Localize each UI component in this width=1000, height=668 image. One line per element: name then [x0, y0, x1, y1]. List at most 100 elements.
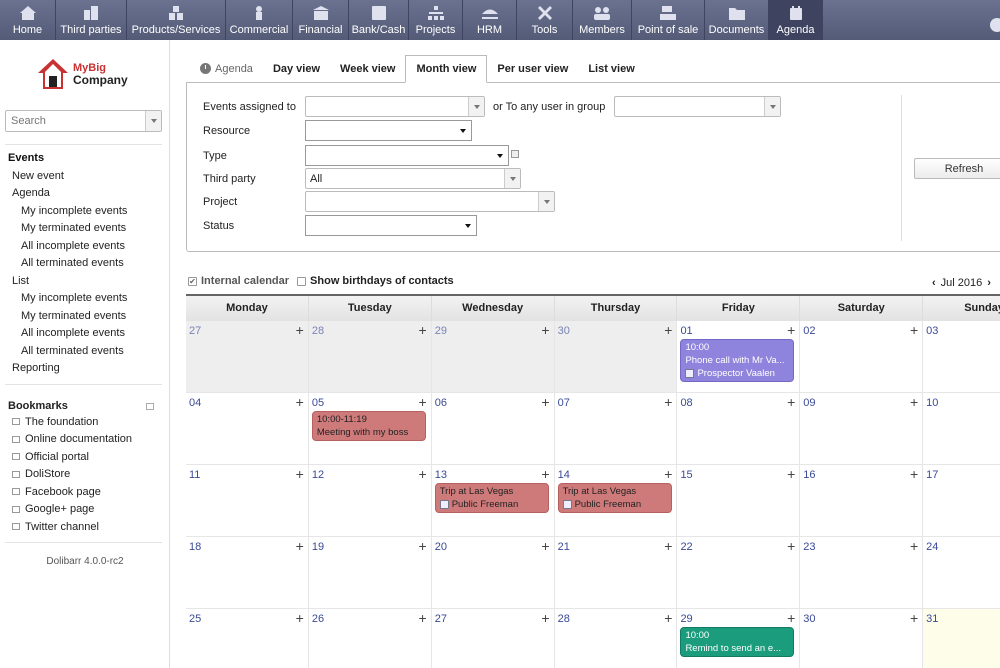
event-contact[interactable]: Public Freeman: [452, 498, 519, 511]
birthdays-toggle[interactable]: Show birthdays of contacts: [297, 275, 454, 287]
sidebar-item[interactable]: My incomplete events: [8, 290, 127, 308]
bookmark-item[interactable]: Official portal: [8, 448, 158, 466]
add-event-icon[interactable]: +: [419, 394, 427, 410]
calendar-day-cell[interactable]: 10: [923, 393, 1000, 465]
day-number[interactable]: 23: [803, 541, 815, 553]
calendar-event[interactable]: 10:00 Remind to send an e...: [680, 627, 795, 657]
bookmark-item[interactable]: DoliStore: [8, 466, 158, 484]
topmenu-financial[interactable]: Financial: [293, 0, 349, 40]
topmenu-products-services[interactable]: Products/Services: [127, 0, 226, 40]
day-number[interactable]: 30: [803, 613, 815, 625]
search-box[interactable]: [5, 110, 162, 132]
calendar-day-cell[interactable]: 28 +: [554, 609, 678, 668]
bookmark-item[interactable]: The foundation: [8, 413, 158, 431]
calendar-event[interactable]: 10:00-11:19 Meeting with my boss: [311, 411, 426, 441]
day-number[interactable]: 08: [680, 397, 692, 409]
calendar-day-cell[interactable]: 13 + Trip at Las Vegas Public Freeman: [431, 465, 555, 537]
add-event-icon[interactable]: +: [296, 394, 304, 410]
day-number[interactable]: 11: [189, 469, 200, 481]
bookmarks-title[interactable]: Bookmarks: [8, 400, 68, 412]
topmenu-commercial[interactable]: Commercial: [226, 0, 293, 40]
calendar-day-cell[interactable]: 12 +: [308, 465, 432, 537]
day-number[interactable]: 16: [803, 469, 815, 481]
calendar-day-cell[interactable]: 20 +: [431, 537, 555, 609]
day-number[interactable]: 12: [312, 469, 324, 481]
bookmark-item[interactable]: Online documentation: [8, 431, 158, 449]
add-event-icon[interactable]: +: [419, 538, 427, 554]
day-number[interactable]: 21: [558, 541, 570, 553]
calendar-day-cell[interactable]: 27 +: [431, 609, 555, 668]
day-number[interactable]: 14: [558, 469, 570, 481]
add-event-icon[interactable]: +: [664, 394, 672, 410]
add-event-icon[interactable]: +: [664, 466, 672, 482]
event-contact[interactable]: Public Freeman: [575, 498, 642, 511]
day-number[interactable]: 13: [435, 469, 447, 481]
add-event-icon[interactable]: +: [787, 466, 795, 482]
add-event-icon[interactable]: +: [296, 610, 304, 626]
tab-agenda[interactable]: Agenda: [186, 55, 263, 82]
day-number[interactable]: 09: [803, 397, 815, 409]
sidebar-item[interactable]: All terminated events: [8, 343, 127, 361]
internal-calendar-toggle[interactable]: ✔ Internal calendar: [188, 275, 289, 287]
refresh-button[interactable]: Refresh: [914, 158, 1000, 179]
calendar-event[interactable]: Trip at Las Vegas Public Freeman: [434, 483, 549, 513]
type-setup-icon[interactable]: [511, 150, 519, 158]
user-avatar-icon[interactable]: [990, 18, 1000, 32]
sidebar-item[interactable]: Agenda: [8, 185, 127, 203]
bookmark-item[interactable]: Twitter channel: [8, 518, 158, 536]
calendar-day-cell[interactable]: 27 +: [186, 321, 309, 393]
add-event-icon[interactable]: +: [541, 394, 549, 410]
sidebar-item[interactable]: All incomplete events: [8, 238, 127, 256]
calendar-day-cell[interactable]: 01 +10:00 Phone call with Mr Va... Prospect…: [677, 321, 801, 393]
calendar-day-cell[interactable]: 23 +: [800, 537, 924, 609]
topmenu-home[interactable]: Home: [0, 0, 56, 40]
search-input[interactable]: [6, 111, 144, 131]
calendar-day-cell[interactable]: 21 +: [554, 537, 678, 609]
day-number[interactable]: 30: [558, 325, 570, 337]
add-event-icon[interactable]: +: [419, 322, 427, 338]
user-group-select[interactable]: [614, 96, 781, 117]
calendar-event[interactable]: Trip at Las Vegas Public Freeman: [557, 483, 672, 513]
day-number[interactable]: 07: [558, 397, 570, 409]
calendar-day-cell[interactable]: 25 +: [186, 609, 309, 668]
calendar-day-cell[interactable]: 28 +: [308, 321, 432, 393]
thirdparty-select[interactable]: All: [305, 168, 521, 189]
topmenu-documents[interactable]: Documents: [705, 0, 769, 40]
calendar-day-cell[interactable]: 16 +: [800, 465, 924, 537]
day-number[interactable]: 27: [435, 613, 447, 625]
day-number[interactable]: 22: [680, 541, 692, 553]
calendar-day-cell[interactable]: 24: [923, 537, 1000, 609]
topmenu-agenda[interactable]: Agenda: [769, 0, 823, 40]
day-number[interactable]: 04: [189, 397, 201, 409]
calendar-day-cell[interactable]: 02 +: [800, 321, 924, 393]
tab-per-user-view[interactable]: Per user view: [487, 55, 578, 82]
calendar-day-cell[interactable]: 04 +: [186, 393, 309, 465]
topmenu-hrm[interactable]: HRM: [463, 0, 517, 40]
calendar-day-cell[interactable]: 30 +: [800, 609, 924, 668]
assigned-user-select[interactable]: [305, 96, 485, 117]
type-select[interactable]: [305, 145, 509, 166]
add-event-icon[interactable]: +: [787, 322, 795, 338]
project-select[interactable]: [305, 191, 555, 212]
calendar-event[interactable]: 10:00 Phone call with Mr Va... Prospector …: [680, 339, 795, 382]
bookmark-item[interactable]: Google+ page: [8, 501, 158, 519]
sidebar-item[interactable]: Reporting: [8, 360, 127, 378]
tab-week-view[interactable]: Week view: [330, 55, 405, 82]
calendar-day-cell[interactable]: 22 +: [677, 537, 801, 609]
add-event-icon[interactable]: +: [910, 538, 918, 554]
add-event-icon[interactable]: +: [910, 466, 918, 482]
add-event-icon[interactable]: +: [541, 610, 549, 626]
sidebar-item[interactable]: My terminated events: [8, 308, 127, 326]
add-event-icon[interactable]: +: [419, 610, 427, 626]
next-month-icon[interactable]: ›: [982, 277, 996, 289]
sidebar-item[interactable]: My incomplete events: [8, 203, 127, 221]
topmenu-members[interactable]: Members: [573, 0, 632, 40]
add-event-icon[interactable]: +: [787, 610, 795, 626]
add-event-icon[interactable]: +: [910, 610, 918, 626]
sidebar-item[interactable]: My terminated events: [8, 220, 127, 238]
calendar-day-cell[interactable]: 03: [923, 321, 1000, 393]
day-number[interactable]: 17: [926, 469, 938, 481]
day-number[interactable]: 25: [189, 613, 201, 625]
sidebar-item[interactable]: All terminated events: [8, 255, 127, 273]
tab-month-view[interactable]: Month view: [405, 55, 488, 83]
